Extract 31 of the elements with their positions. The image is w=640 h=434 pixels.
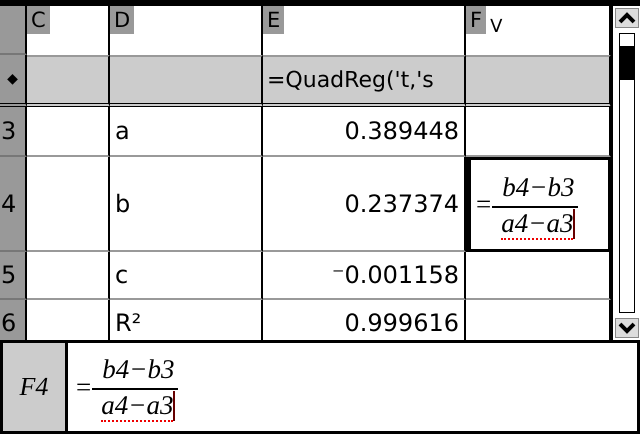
table-cell[interactable]: b (110, 157, 263, 252)
chevron-down-icon (616, 321, 636, 335)
scroll-thumb[interactable] (620, 46, 634, 80)
row-header[interactable]: 5 (0, 252, 27, 300)
column-header[interactable]: E (263, 6, 284, 34)
column-header[interactable]: F (466, 6, 486, 34)
cell-reference: F4 (3, 343, 68, 431)
column-header[interactable]: C (27, 6, 50, 34)
row-header[interactable]: 6 (0, 300, 27, 340)
formula-cell[interactable] (110, 55, 263, 107)
row-header[interactable]: 3 (0, 107, 27, 157)
table-cell[interactable]: ⁻0.001158 (263, 252, 466, 300)
scroll-down-button[interactable] (614, 318, 638, 338)
formula-cell[interactable] (27, 55, 110, 107)
column-header[interactable]: D (110, 6, 134, 34)
table-cell[interactable]: 0.389448 (263, 107, 466, 157)
table-cell[interactable]: c (110, 252, 263, 300)
formula-cell[interactable] (466, 55, 611, 107)
diamond-marker: ◆ (7, 71, 18, 87)
formula-cell[interactable]: =QuadReg('t,'s (263, 55, 466, 107)
table-cell[interactable] (27, 107, 110, 157)
column-marker: V (490, 16, 502, 37)
formula-row-header[interactable]: ◆ (0, 55, 27, 107)
table-cell[interactable] (27, 252, 110, 300)
table-cell[interactable] (27, 157, 110, 252)
table-cell[interactable]: 0.237374 (263, 157, 466, 252)
row-header[interactable]: 4 (0, 157, 27, 252)
scroll-up-button[interactable] (614, 8, 638, 28)
chevron-up-icon (616, 11, 636, 25)
table-cell[interactable]: a (110, 107, 263, 157)
scrollbar[interactable] (611, 6, 640, 340)
